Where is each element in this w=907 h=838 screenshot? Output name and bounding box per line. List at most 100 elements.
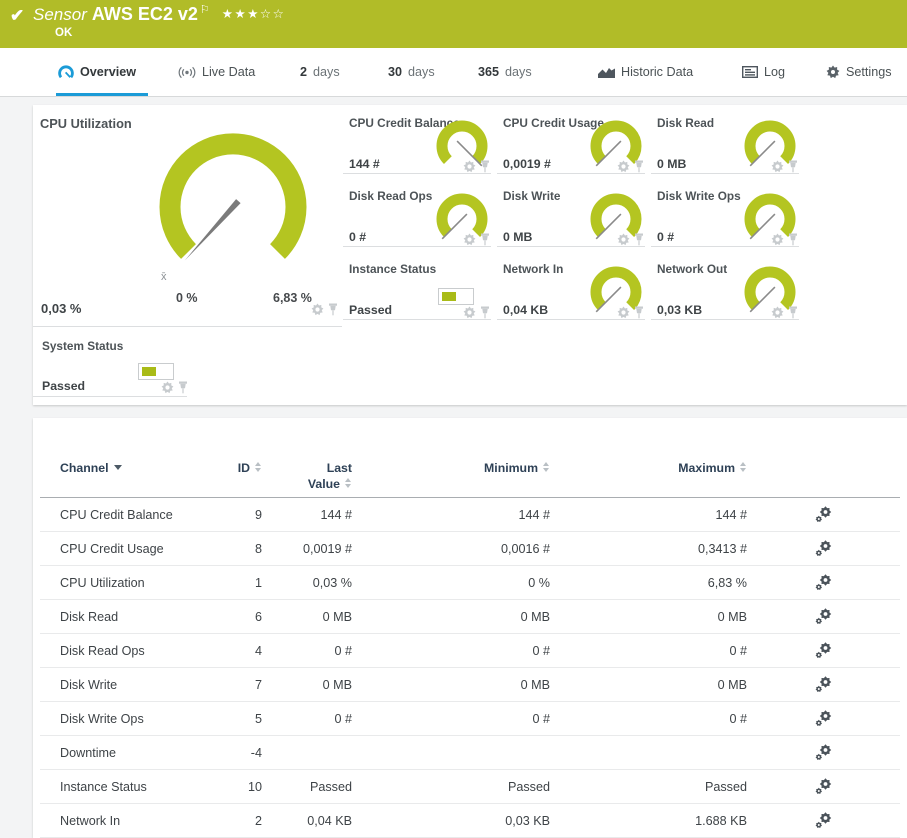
cell-channel-name[interactable]: CPU Credit Usage <box>60 542 210 556</box>
table-row-cpu-credit-balance[interactable]: CPU Credit Balance 9 144 # 144 # 144 # <box>40 498 900 532</box>
cell-channel-name[interactable]: CPU Utilization <box>60 576 210 590</box>
pin-icon[interactable] <box>480 160 490 173</box>
gauge-cell-network-out[interactable]: Network Out 0,03 KB <box>651 258 799 331</box>
gear-icon[interactable] <box>771 306 784 319</box>
column-header-id[interactable]: ID <box>210 460 262 476</box>
cell-actions[interactable] <box>747 710 900 727</box>
divider <box>651 319 799 320</box>
table-row-disk-read[interactable]: Disk Read 6 0 MB 0 MB 0 MB <box>40 600 900 634</box>
cell-actions[interactable] <box>747 540 900 557</box>
cell-actions[interactable] <box>747 778 900 795</box>
channel-settings-gear-icon[interactable] <box>815 812 832 829</box>
table-row-disk-write-ops[interactable]: Disk Write Ops 5 0 # 0 # 0 # <box>40 702 900 736</box>
cell-channel-name[interactable]: Disk Read Ops <box>60 644 210 658</box>
tab-365-days[interactable]: 365 days <box>478 48 532 96</box>
channel-settings-gear-icon[interactable] <box>815 676 832 693</box>
column-header-channel[interactable]: Channel <box>60 460 210 476</box>
gauge-cell-cpu-credit-balance[interactable]: CPU Credit Balance 144 # <box>343 112 491 185</box>
tab-30-days[interactable]: 30 days <box>388 48 435 96</box>
pin-icon[interactable] <box>788 160 798 173</box>
gauge-cell-cpu-credit-usage[interactable]: CPU Credit Usage 0,0019 # <box>497 112 645 185</box>
gauge-cell-disk-read-ops[interactable]: Disk Read Ops 0 # <box>343 185 491 258</box>
cell-channel-name[interactable]: Disk Write <box>60 678 210 692</box>
cell-actions[interactable] <box>463 233 490 251</box>
column-header-maximum[interactable]: Maximum <box>550 460 747 476</box>
cell-actions[interactable] <box>771 160 798 178</box>
gear-icon[interactable] <box>463 160 476 173</box>
priority-stars[interactable]: ★★★☆☆ <box>222 7 286 21</box>
channel-settings-gear-icon[interactable] <box>815 540 832 557</box>
cell-channel-name[interactable]: Disk Read <box>60 610 210 624</box>
sort-icon <box>739 462 747 473</box>
tab-settings[interactable]: Settings <box>826 48 892 96</box>
cell-actions[interactable] <box>747 642 900 659</box>
cell-actions[interactable] <box>617 233 644 251</box>
cell-actions[interactable] <box>747 744 900 761</box>
cell-actions[interactable] <box>463 306 490 324</box>
pin-icon[interactable] <box>178 381 188 394</box>
tab-2-days[interactable]: 2 days <box>300 48 340 96</box>
channel-settings-gear-icon[interactable] <box>815 710 832 727</box>
pin-icon[interactable] <box>328 303 338 316</box>
cell-actions[interactable] <box>747 574 900 591</box>
table-row-instance-status[interactable]: Instance Status 10 Passed Passed Passed <box>40 770 900 804</box>
channel-settings-gear-icon[interactable] <box>815 744 832 761</box>
cell-actions[interactable] <box>747 608 900 625</box>
gauge-icon <box>58 65 74 79</box>
cell-actions[interactable] <box>771 306 798 324</box>
gauge-cell-disk-write-ops[interactable]: Disk Write Ops 0 # <box>651 185 799 258</box>
cell-actions[interactable] <box>747 676 900 693</box>
gear-icon[interactable] <box>771 160 784 173</box>
channel-settings-gear-icon[interactable] <box>815 574 832 591</box>
pin-icon[interactable] <box>480 233 490 246</box>
divider <box>343 173 491 174</box>
pin-icon[interactable] <box>788 306 798 319</box>
table-row-disk-write[interactable]: Disk Write 7 0 MB 0 MB 0 MB <box>40 668 900 702</box>
column-header-last-value[interactable]: Last Value <box>262 460 352 492</box>
gear-icon[interactable] <box>771 233 784 246</box>
channel-settings-gear-icon[interactable] <box>815 608 832 625</box>
cell-channel-name[interactable]: Downtime <box>60 746 210 760</box>
gear-icon[interactable] <box>463 306 476 319</box>
gauge-cell-disk-read[interactable]: Disk Read 0 MB <box>651 112 799 185</box>
channel-settings-gear-icon[interactable] <box>815 506 832 523</box>
table-row-cpu-credit-usage[interactable]: CPU Credit Usage 8 0,0019 # 0,0016 # 0,3413 … <box>40 532 900 566</box>
tab-live-data[interactable]: Live Data <box>178 48 255 96</box>
cell-actions[interactable] <box>747 506 900 523</box>
gauge-cell-disk-write[interactable]: Disk Write 0 MB <box>497 185 645 258</box>
cell-actions[interactable] <box>617 306 644 324</box>
tab-overview[interactable]: Overview <box>55 48 149 96</box>
gear-icon[interactable] <box>617 233 630 246</box>
cell-channel-name[interactable]: Instance Status <box>60 780 210 794</box>
pin-icon[interactable] <box>634 306 644 319</box>
cell-actions[interactable] <box>463 160 490 178</box>
flag-icon[interactable]: ⚐ <box>200 4 210 16</box>
pin-icon[interactable] <box>634 233 644 246</box>
table-row-network-in[interactable]: Network In 2 0,04 KB 0,03 KB 1.688 KB <box>40 804 900 838</box>
pin-icon[interactable] <box>480 306 490 319</box>
gear-icon[interactable] <box>617 160 630 173</box>
gear-icon[interactable] <box>161 381 174 394</box>
channel-settings-gear-icon[interactable] <box>815 642 832 659</box>
table-row-disk-read-ops[interactable]: Disk Read Ops 4 0 # 0 # 0 # <box>40 634 900 668</box>
table-row-cpu-utilization[interactable]: CPU Utilization 1 0,03 % 0 % 6,83 % <box>40 566 900 600</box>
table-row-downtime[interactable]: Downtime -4 <box>40 736 900 770</box>
gauge-cell-network-in[interactable]: Network In 0,04 KB <box>497 258 645 331</box>
cell-actions[interactable] <box>311 303 338 321</box>
tab-historic-data[interactable]: Historic Data <box>598 48 693 96</box>
gear-icon[interactable] <box>463 233 476 246</box>
cell-actions[interactable] <box>747 812 900 829</box>
cell-actions[interactable] <box>771 233 798 251</box>
cell-channel-name[interactable]: Network In <box>60 814 210 828</box>
gear-icon[interactable] <box>311 303 324 316</box>
channel-settings-gear-icon[interactable] <box>815 778 832 795</box>
pin-icon[interactable] <box>634 160 644 173</box>
cell-actions[interactable] <box>617 160 644 178</box>
column-header-minimum[interactable]: Minimum <box>352 460 550 476</box>
gauge-cell-instance-status[interactable]: Instance Status Passed <box>343 258 491 331</box>
pin-icon[interactable] <box>788 233 798 246</box>
gear-icon[interactable] <box>617 306 630 319</box>
cell-channel-name[interactable]: CPU Credit Balance <box>60 508 210 522</box>
tab-log[interactable]: Log <box>742 48 785 96</box>
cell-channel-name[interactable]: Disk Write Ops <box>60 712 210 726</box>
